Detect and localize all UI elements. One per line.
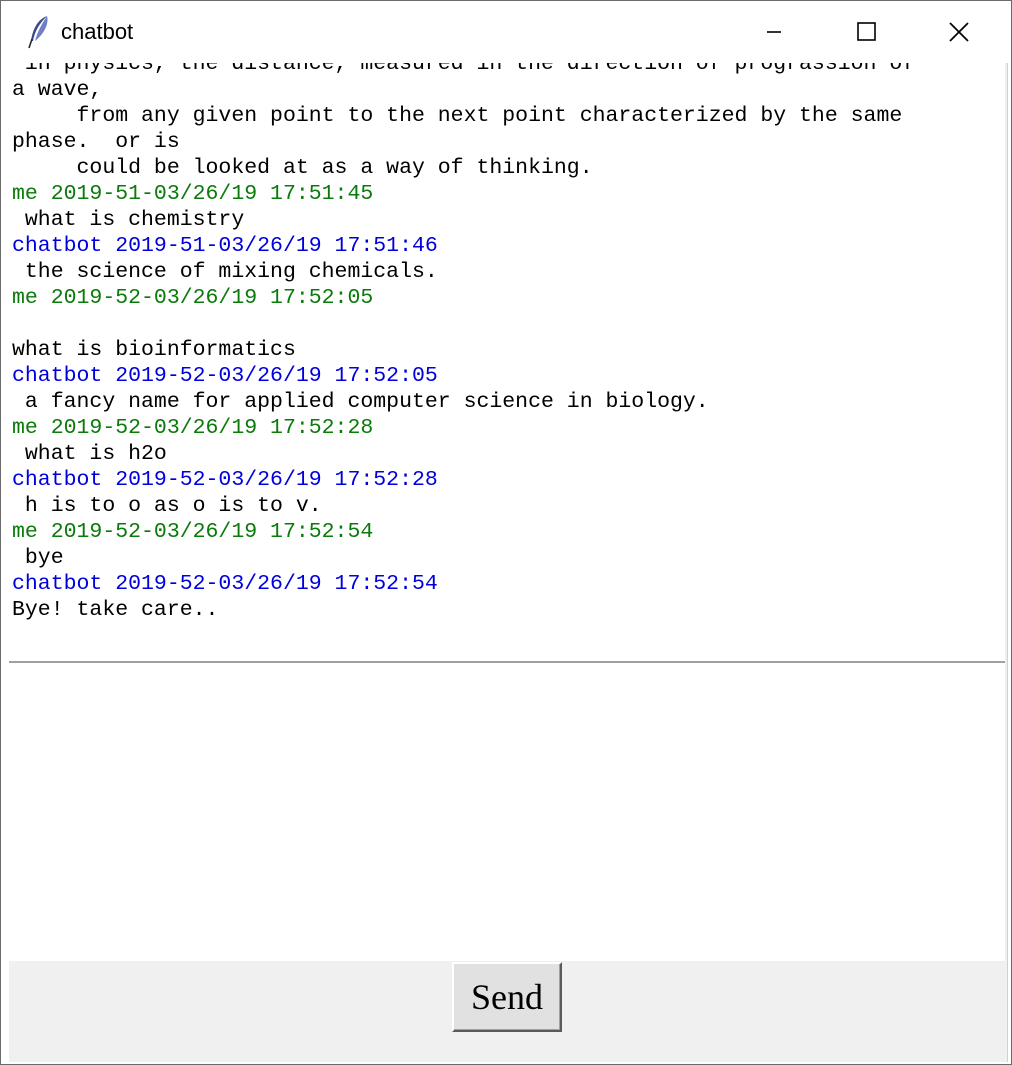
message-text-line: from any given point to the next point c… xyxy=(12,104,903,128)
close-icon xyxy=(949,22,969,42)
message-text-line: bye xyxy=(12,546,64,570)
message-text-line: what is bioinformatics xyxy=(12,338,296,362)
chat-log-content: in physics, the distance, measured in th… xyxy=(12,63,1002,623)
message-input[interactable] xyxy=(9,663,1005,961)
chatbot-window: chatbot in physics, the distance, measur… xyxy=(0,0,1012,1065)
message-text-line: what is chemistry xyxy=(12,208,245,232)
message-header-chatbot: chatbot 2019-51-03/26/19 17:51:46 xyxy=(12,234,438,258)
message-text-line: phase. or is xyxy=(12,130,180,154)
title-bar[interactable]: chatbot xyxy=(1,1,1011,63)
minimize-button[interactable] xyxy=(729,1,821,63)
message-header-me: me 2019-52-03/26/19 17:52:05 xyxy=(12,286,374,310)
maximize-icon xyxy=(857,22,876,41)
message-text-line: a fancy name for applied computer scienc… xyxy=(12,390,709,414)
send-button[interactable]: Send xyxy=(452,962,562,1032)
message-text-line xyxy=(12,311,1002,337)
message-text-line: in physics, the distance, measured in th… xyxy=(12,63,916,76)
minimize-icon xyxy=(767,31,781,33)
close-button[interactable] xyxy=(913,1,1005,63)
message-text-line: the science of mixing chemicals. xyxy=(12,260,438,284)
message-header-me: me 2019-52-03/26/19 17:52:28 xyxy=(12,416,374,440)
message-header-chatbot: chatbot 2019-52-03/26/19 17:52:28 xyxy=(12,468,438,492)
client-area: in physics, the distance, measured in th… xyxy=(9,63,1008,1062)
message-text-line: Bye! take care.. xyxy=(12,598,219,622)
message-text-line: could be looked at as a way of thinking. xyxy=(12,156,593,180)
chat-log[interactable]: in physics, the distance, measured in th… xyxy=(9,63,1005,663)
window-title: chatbot xyxy=(61,19,134,44)
message-header-chatbot: chatbot 2019-52-03/26/19 17:52:05 xyxy=(12,364,438,388)
message-text-line: a wave, xyxy=(12,78,103,102)
message-text-line: what is h2o xyxy=(12,442,167,466)
message-header-chatbot: chatbot 2019-52-03/26/19 17:52:54 xyxy=(12,572,438,596)
message-header-me: me 2019-52-03/26/19 17:52:54 xyxy=(12,520,374,544)
message-text-line: h is to o as o is to v. xyxy=(12,494,322,518)
message-header-me: me 2019-51-03/26/19 17:51:45 xyxy=(12,182,374,206)
feather-icon xyxy=(28,16,48,49)
maximize-button[interactable] xyxy=(821,1,913,63)
